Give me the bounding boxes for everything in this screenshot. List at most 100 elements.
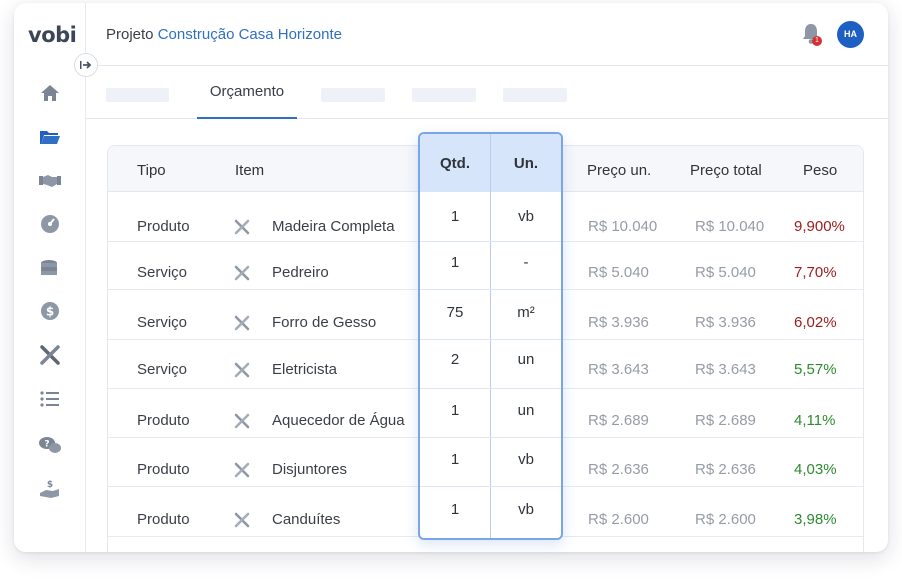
quantity-unit-highlight: Qtd. Un. 1 vb 1-75 m² 2 un 1 un 1 vb 1 vb — [418, 132, 563, 540]
tools-icon — [234, 413, 250, 429]
cell-un[interactable]: m² — [491, 304, 561, 321]
dollar-icon[interactable]: $ — [38, 299, 62, 323]
cell-qtd[interactable]: 75 — [420, 304, 490, 321]
top-header: Projeto Construção Casa Horizonte 1 HA — [86, 3, 888, 66]
hand-money-icon[interactable]: $ — [38, 477, 62, 501]
cell-preco-un: R$ 2.636 — [588, 461, 649, 478]
cell-preco-total: R$ 3.643 — [695, 361, 756, 378]
cell-preco-un: R$ 2.689 — [588, 412, 649, 429]
tools-icon — [234, 512, 250, 528]
folder-icon[interactable] — [38, 125, 62, 149]
cell-peso: 6,02% — [794, 314, 837, 331]
cell-preco-un: R$ 3.936 — [588, 314, 649, 331]
tab-placeholder-2[interactable] — [321, 88, 385, 102]
cell-item[interactable]: Pedreiro — [272, 264, 329, 281]
cell-un[interactable]: vb — [491, 208, 561, 225]
column-header-item[interactable]: Item — [235, 162, 264, 179]
tools-icon — [234, 462, 250, 478]
project-title: Projeto Construção Casa Horizonte — [106, 26, 342, 43]
column-header-tipo[interactable]: Tipo — [137, 162, 166, 179]
cell-peso: 7,70% — [794, 264, 837, 281]
cell-qtd[interactable]: 1 — [420, 451, 490, 468]
svg-text:$: $ — [47, 480, 53, 490]
svg-text:?: ? — [44, 440, 49, 450]
cell-tipo: Serviço — [137, 361, 188, 378]
highlight-row-divider — [420, 437, 561, 438]
column-header-preco-un[interactable]: Preço un. — [587, 162, 651, 179]
highlight-row-divider — [420, 486, 561, 487]
cell-preco-un: R$ 3.643 — [588, 361, 649, 378]
cell-item[interactable]: Forro de Gesso — [272, 314, 376, 331]
home-icon[interactable] — [38, 81, 62, 105]
cell-qtd[interactable]: 1 — [420, 501, 490, 518]
cell-preco-total: R$ 2.689 — [695, 412, 756, 429]
cell-preco-total: R$ 2.600 — [695, 511, 756, 528]
highlight-column-divider — [490, 134, 491, 538]
cell-un[interactable]: un — [491, 351, 561, 368]
cell-qtd[interactable]: 1 — [420, 254, 490, 271]
cell-item[interactable]: Madeira Completa — [272, 218, 395, 235]
cell-preco-un: R$ 10.040 — [588, 218, 658, 235]
cell-tipo: Produto — [137, 511, 190, 528]
user-avatar[interactable]: HA — [837, 21, 864, 48]
cell-item[interactable]: Aquecedor de Água — [272, 412, 405, 429]
cell-item[interactable]: Eletricista — [272, 361, 337, 378]
tab-label: Orçamento — [209, 83, 285, 100]
cell-preco-total: R$ 2.636 — [695, 461, 756, 478]
tab-orcamento[interactable]: Orçamento — [197, 83, 297, 119]
cell-qtd[interactable]: 2 — [420, 351, 490, 368]
cell-tipo: Produto — [137, 412, 190, 429]
cell-peso: 4,11% — [794, 412, 836, 429]
cell-peso: 5,57% — [794, 361, 837, 378]
cell-preco-total: R$ 10.040 — [695, 218, 765, 235]
column-header-un[interactable]: Un. — [491, 155, 561, 172]
tab-placeholder-1[interactable] — [106, 88, 169, 102]
cell-un[interactable]: vb — [491, 501, 561, 518]
notification-badge: 1 — [812, 36, 822, 46]
sidebar-expand-button[interactable] — [74, 53, 98, 77]
tools-icon — [234, 362, 250, 378]
cell-qtd[interactable]: 1 — [420, 208, 490, 225]
handshake-icon[interactable] — [38, 169, 62, 193]
column-header-qtd[interactable]: Qtd. — [420, 155, 490, 172]
dashboard-gauge-icon[interactable] — [38, 212, 62, 236]
sidebar: vobi $ ? $ — [14, 3, 86, 552]
cell-un[interactable]: - — [491, 254, 561, 271]
cell-un[interactable]: un — [491, 402, 561, 419]
cell-tipo: Produto — [137, 218, 190, 235]
highlight-row-divider — [420, 339, 561, 340]
tools-icon — [234, 315, 250, 331]
arrow-right-icon — [80, 61, 92, 69]
column-header-peso[interactable]: Peso — [803, 162, 837, 179]
highlight-row-divider — [420, 241, 561, 242]
column-header-preco-total[interactable]: Preço total — [690, 162, 762, 179]
highlight-row-divider — [420, 388, 561, 389]
tab-placeholder-3[interactable] — [412, 88, 476, 102]
tab-bar: Orçamento — [86, 66, 888, 119]
tab-placeholder-4[interactable] — [503, 88, 567, 102]
cell-un[interactable]: vb — [491, 451, 561, 468]
cell-item[interactable]: Canduítes — [272, 511, 340, 528]
cell-peso: 9,900% — [794, 218, 845, 235]
tools-icon[interactable] — [38, 343, 62, 367]
cell-peso: 4,03% — [794, 461, 837, 478]
tools-icon — [234, 219, 250, 235]
project-name-link[interactable]: Construção Casa Horizonte — [158, 26, 342, 43]
coins-icon[interactable] — [38, 256, 62, 280]
tools-icon — [234, 265, 250, 281]
cell-tipo: Serviço — [137, 264, 188, 281]
list-icon[interactable] — [38, 387, 62, 411]
cell-preco-total: R$ 3.936 — [695, 314, 756, 331]
highlight-row-divider — [420, 289, 561, 290]
cell-preco-un: R$ 5.040 — [588, 264, 649, 281]
cell-tipo: Produto — [137, 461, 190, 478]
app-logo[interactable]: vobi — [28, 23, 77, 47]
cell-item[interactable]: Disjuntores — [272, 461, 347, 478]
chat-question-icon[interactable]: ? — [38, 433, 62, 457]
cell-tipo: Serviço — [137, 314, 188, 331]
cell-preco-total: R$ 5.040 — [695, 264, 756, 281]
cell-qtd[interactable]: 1 — [420, 402, 490, 419]
svg-text:$: $ — [46, 305, 54, 319]
cell-peso: 3,98% — [794, 511, 837, 528]
cell-preco-un: R$ 2.600 — [588, 511, 649, 528]
